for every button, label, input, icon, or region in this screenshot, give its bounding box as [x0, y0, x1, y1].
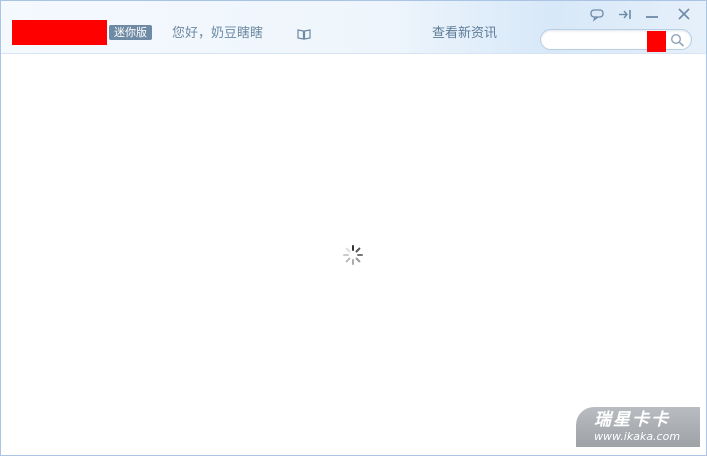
watermark: 瑞星卡卡 www.ikaka.com — [576, 407, 700, 447]
app-logo-redacted — [12, 20, 107, 45]
loading-spinner-icon — [343, 245, 363, 265]
content-area — [1, 54, 706, 455]
book-icon[interactable] — [297, 28, 311, 40]
watermark-title: 瑞星卡卡 — [594, 410, 670, 430]
title-bar[interactable]: 迷你版 您好，奶豆瞎瞎 查看新资讯 — [1, 1, 706, 54]
view-news-link[interactable]: 查看新资讯 — [432, 25, 497, 42]
greeting-text: 您好，奶豆瞎瞎 — [172, 26, 264, 41]
search-icon[interactable] — [670, 33, 685, 47]
pin-icon[interactable] — [616, 7, 634, 22]
mini-version-badge: 迷你版 — [109, 25, 152, 40]
app-window: 迷你版 您好，奶豆瞎瞎 查看新资讯 瑞星卡卡 www.ikaka.com — [0, 0, 707, 456]
minimize-icon[interactable] — [643, 7, 661, 22]
close-icon[interactable] — [675, 7, 693, 22]
speech-bubble-icon[interactable] — [588, 7, 606, 22]
watermark-url: www.ikaka.com — [594, 430, 681, 443]
search-redacted — [647, 31, 666, 52]
search-box[interactable] — [540, 29, 692, 52]
search-input[interactable] — [551, 32, 645, 47]
